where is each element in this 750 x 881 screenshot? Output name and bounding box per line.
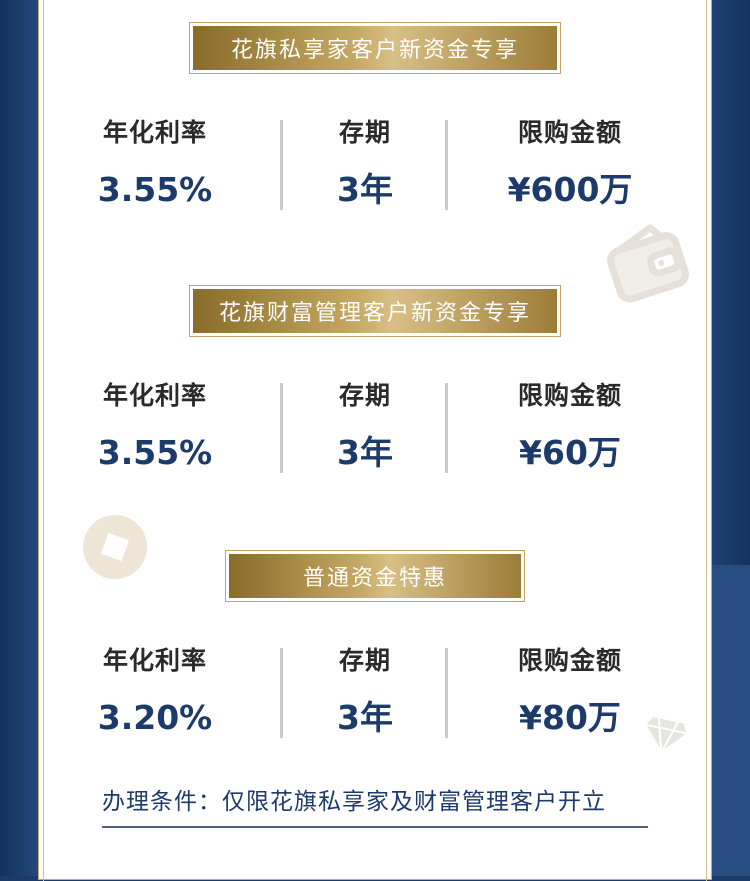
rate-row: 年化利率 3.55% 存期 3年 限购金额 ¥600万 xyxy=(60,118,690,214)
limit-column: 限购金额 ¥600万 xyxy=(470,118,670,214)
column-divider xyxy=(280,120,283,210)
rate-label: 年化利率 xyxy=(102,381,207,410)
limit-label: 限购金额 xyxy=(517,118,622,147)
banner-title: 花旗财富管理客户新资金专享 xyxy=(193,289,557,333)
column-divider xyxy=(445,383,448,473)
term-label: 存期 xyxy=(338,118,391,147)
limit-column: 限购金额 ¥60万 xyxy=(470,381,670,477)
rate-label: 年化利率 xyxy=(102,646,207,675)
term-value: 3年 xyxy=(337,698,393,737)
rate-column: 年化利率 3.20% xyxy=(60,646,250,742)
rate-value: 3.20% xyxy=(97,698,213,737)
column-divider xyxy=(280,648,283,738)
background-right-band xyxy=(712,565,750,876)
limit-label: 限购金额 xyxy=(517,646,622,675)
banner-title: 花旗私享家客户新资金专享 xyxy=(193,26,557,70)
background-left-panel xyxy=(0,0,40,876)
column-divider xyxy=(445,648,448,738)
term-column: 存期 3年 xyxy=(290,118,440,214)
term-value: 3年 xyxy=(337,170,393,209)
diamond-icon xyxy=(643,714,690,754)
wallet-icon xyxy=(607,224,690,303)
banner-title: 普通资金特惠 xyxy=(229,554,521,598)
section-banner: 普通资金特惠 xyxy=(225,550,525,602)
rate-column: 年化利率 3.55% xyxy=(60,118,250,214)
limit-value: ¥600万 xyxy=(507,170,633,209)
rate-label: 年化利率 xyxy=(102,118,207,147)
eligibility-condition: 办理条件：仅限花旗私享家及财富管理客户开立 xyxy=(102,786,648,828)
term-label: 存期 xyxy=(338,381,391,410)
rate-value: 3.55% xyxy=(97,433,213,472)
term-value: 3年 xyxy=(337,433,393,472)
rate-row: 年化利率 3.55% 存期 3年 限购金额 ¥60万 xyxy=(60,381,690,477)
diamond-coin-icon xyxy=(83,515,147,579)
rate-row: 年化利率 3.20% 存期 3年 限购金额 ¥80万 xyxy=(60,646,690,742)
rate-column: 年化利率 3.55% xyxy=(60,381,250,477)
column-divider xyxy=(280,383,283,473)
term-column: 存期 3年 xyxy=(290,381,440,477)
section-banner: 花旗私享家客户新资金专享 xyxy=(189,22,561,74)
section-banner: 花旗财富管理客户新资金专享 xyxy=(189,285,561,337)
column-divider xyxy=(445,120,448,210)
limit-value: ¥60万 xyxy=(519,433,621,472)
rate-value: 3.55% xyxy=(97,170,213,209)
limit-label: 限购金额 xyxy=(517,381,622,410)
term-column: 存期 3年 xyxy=(290,646,440,742)
term-label: 存期 xyxy=(338,646,391,675)
